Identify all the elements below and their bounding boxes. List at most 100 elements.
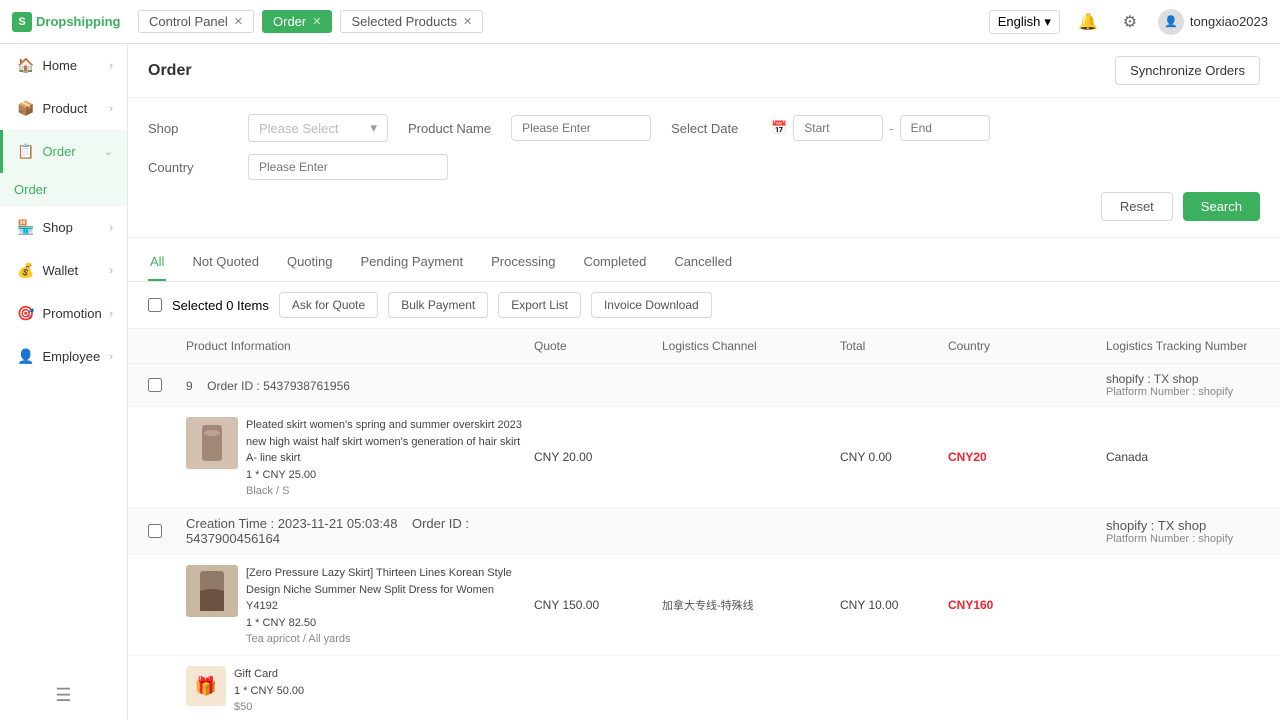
order-1-checkbox[interactable] [148, 378, 162, 392]
avatar: 👤 [1158, 9, 1184, 35]
sidebar-label-employee: Employee [42, 349, 100, 364]
hamburger-menu-icon[interactable]: ☰ [55, 685, 71, 706]
country-label: Country [148, 160, 228, 175]
order-number: 9 [186, 379, 193, 393]
sidebar-item-home[interactable]: 🏠 Home › [0, 44, 127, 87]
gift-card-image: 🎁 [186, 666, 226, 706]
search-button[interactable]: Search [1183, 192, 1260, 221]
tab-selected-products[interactable]: Selected Products ✕ [340, 10, 483, 33]
synchronize-orders-button[interactable]: Synchronize Orders [1115, 56, 1260, 85]
tab-control-panel-close[interactable]: ✕ [234, 15, 243, 28]
total-cny-2a: CNY160 [948, 598, 1098, 612]
platform-num-2: Platform Number : shopify [1106, 533, 1280, 545]
topbar-right: English ▾ 🔔 ⚙ 👤 tongxiao2023 [989, 8, 1268, 36]
tab-quoting[interactable]: Quoting [285, 248, 335, 281]
filter-row-2: Country [148, 154, 1260, 180]
topbar: S Dropshipping Control Panel ✕ Order ✕ S… [0, 0, 1280, 44]
product-qty-2a: 1 * CNY 82.50 [246, 615, 526, 632]
product-img-svg [186, 417, 238, 469]
table-row: Pleated skirt women's spring and summer … [128, 407, 1280, 507]
sidebar-item-order[interactable]: 📋 Order ⌄ [0, 130, 127, 173]
date-end-input[interactable] [900, 115, 990, 141]
sidebar-item-product[interactable]: 📦 Product › [0, 87, 127, 130]
tab-processing[interactable]: Processing [489, 248, 557, 281]
country-1: Canada [1106, 450, 1280, 464]
sidebar-item-shop[interactable]: 🏪 Shop › [0, 206, 127, 249]
date-start-input[interactable] [793, 115, 883, 141]
reset-button[interactable]: Reset [1101, 192, 1173, 221]
ask-for-quote-button[interactable]: Ask for Quote [279, 292, 378, 318]
tab-completed[interactable]: Completed [581, 248, 648, 281]
product-variant-2a: Tea apricot / All yards [246, 633, 526, 645]
platform-label-1: shopify : TX shop Platform Number : shop… [1106, 372, 1280, 398]
product-name-label: Product Name [408, 121, 491, 136]
employee-icon: 👤 [17, 348, 34, 365]
tab-control-panel[interactable]: Control Panel ✕ [138, 10, 254, 33]
language-selector[interactable]: English ▾ [989, 10, 1060, 34]
sidebar-item-promotion[interactable]: 🎯 Promotion › [0, 292, 127, 335]
product-img-svg-2a [186, 565, 238, 617]
shop-placeholder: Please Select [259, 121, 339, 136]
action-bar: Selected 0 Items Ask for Quote Bulk Paym… [128, 282, 1280, 329]
tab-order-label: Order [273, 14, 306, 29]
chevron-right-icon: › [109, 351, 113, 363]
quote-1: CNY 20.00 [534, 450, 654, 464]
tab-pending-payment[interactable]: Pending Payment [359, 248, 466, 281]
home-icon: 🏠 [17, 57, 34, 74]
order-table: 9 Order ID : 5437938761956 shopify : TX … [128, 364, 1280, 720]
tab-selected-products-label: Selected Products [351, 14, 457, 29]
filter-area: Shop Please Select ▾ Product Name Select… [128, 98, 1280, 238]
user-menu[interactable]: 👤 tongxiao2023 [1158, 9, 1268, 35]
order-icon: 📋 [17, 143, 34, 160]
order-id-row-1: 9 Order ID : 5437938761956 shopify : TX … [128, 364, 1280, 407]
product-icon: 📦 [17, 100, 34, 117]
order-2-id-section: Creation Time : 2023-11-21 05:03:48 Orde… [186, 516, 526, 546]
product-name-input[interactable] [511, 115, 651, 141]
chevron-down-icon: ▾ [370, 120, 377, 136]
date-separator: - [889, 121, 893, 136]
chevron-down-icon: ⌄ [104, 145, 113, 158]
gift-variant: $50 [234, 701, 304, 713]
username: tongxiao2023 [1190, 14, 1268, 29]
gift-qty: 1 * CNY 50.00 [234, 683, 304, 700]
export-list-button[interactable]: Export List [498, 292, 581, 318]
tab-all[interactable]: All [148, 248, 166, 281]
select-all-checkbox[interactable] [148, 298, 162, 312]
tab-cancelled[interactable]: Cancelled [672, 248, 734, 281]
invoice-download-button[interactable]: Invoice Download [591, 292, 712, 318]
product-image-1 [186, 417, 238, 469]
bulk-payment-button[interactable]: Bulk Payment [388, 292, 488, 318]
shop-select[interactable]: Please Select ▾ [248, 114, 388, 142]
tab-not-quoted[interactable]: Not Quoted [190, 248, 261, 281]
chevron-right-icon: › [109, 103, 113, 115]
tab-order-close[interactable]: ✕ [312, 15, 321, 28]
gift-name: Gift Card [234, 666, 304, 683]
order-2-checkbox[interactable] [148, 524, 162, 538]
notification-bell-icon[interactable]: 🔔 [1074, 8, 1102, 36]
tab-selected-products-close[interactable]: ✕ [463, 15, 472, 28]
logistics-channel-2a: 加拿大专线-特殊线 [662, 597, 832, 613]
sidebar-label-order: Order [42, 144, 75, 159]
product-image-2a [186, 565, 238, 617]
chevron-down-icon: ▾ [1044, 14, 1051, 30]
sidebar-label-promotion: Promotion [42, 306, 101, 321]
calendar-icon: 📅 [771, 120, 787, 136]
chevron-right-icon: › [109, 308, 113, 320]
product-qty-1: 1 * CNY 25.00 [246, 467, 526, 484]
selected-items-label: Selected 0 Items [172, 298, 269, 313]
filter-row-1: Shop Please Select ▾ Product Name Select… [148, 114, 1260, 142]
sidebar-sub-item-order[interactable]: Order [0, 173, 127, 206]
col-product-info: Product Information [186, 339, 526, 353]
product-info-2a: [Zero Pressure Lazy Skirt] Thirteen Line… [186, 565, 526, 645]
sidebar-item-wallet[interactable]: 💰 Wallet › [0, 249, 127, 292]
total-cny-1: CNY20 [948, 450, 1098, 464]
date-range: 📅 - [771, 115, 990, 141]
promotion-icon: 🎯 [17, 305, 34, 322]
table-row: 🎁 Gift Card 1 * CNY 50.00 $50 [128, 655, 1280, 720]
table-row: [Zero Pressure Lazy Skirt] Thirteen Line… [128, 555, 1280, 655]
sidebar-item-employee[interactable]: 👤 Employee › [0, 335, 127, 378]
country-input[interactable] [248, 154, 448, 180]
order-id-text: Order ID : 5437938761956 [207, 379, 350, 393]
tab-order[interactable]: Order ✕ [262, 10, 332, 33]
settings-gear-icon[interactable]: ⚙ [1116, 8, 1144, 36]
